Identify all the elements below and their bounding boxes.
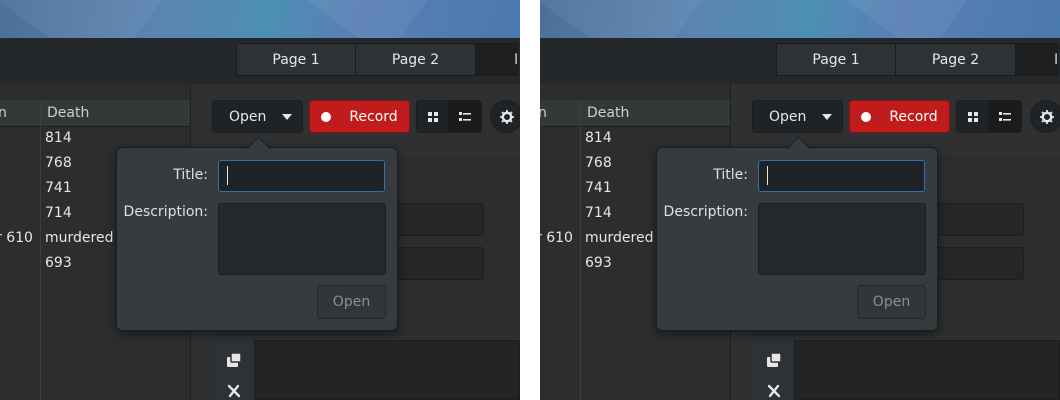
paste-icon[interactable] bbox=[766, 352, 782, 368]
side-toolbar bbox=[752, 340, 795, 400]
gear-icon bbox=[1039, 109, 1054, 124]
column-header-name[interactable]: n bbox=[0, 105, 7, 121]
grid-view-button[interactable] bbox=[416, 100, 449, 133]
wallpaper-facet bbox=[0, 0, 188, 38]
background-field[interactable] bbox=[396, 203, 484, 236]
tools-icon[interactable] bbox=[766, 384, 782, 400]
description-label: Description: bbox=[123, 204, 208, 220]
grid-icon bbox=[967, 111, 978, 122]
bottom-panel bbox=[752, 340, 1060, 400]
side-toolbar bbox=[212, 340, 255, 400]
column-header-name[interactable]: n bbox=[540, 105, 547, 121]
page-tabs: Page 1 Page 2 P bbox=[776, 43, 1058, 76]
paste-icon[interactable] bbox=[226, 352, 242, 368]
app-window-left: Page 1 Page 2 P n Death 814 768 741 714 … bbox=[0, 0, 520, 400]
background-field[interactable] bbox=[396, 247, 484, 280]
table-cell-death[interactable]: murdered I bbox=[585, 230, 662, 246]
title-label: Title: bbox=[713, 167, 748, 183]
table-cell-death[interactable]: 714 bbox=[585, 205, 612, 221]
tab-page-1[interactable]: Page 1 bbox=[236, 43, 356, 76]
open-button-label: Open bbox=[769, 108, 807, 125]
description-label: Description: bbox=[663, 204, 748, 220]
column-divider[interactable] bbox=[40, 100, 41, 400]
description-input[interactable] bbox=[218, 203, 386, 275]
tab-page-1[interactable]: Page 1 bbox=[776, 43, 896, 76]
open-button-label: Open bbox=[229, 108, 267, 125]
table-cell-death[interactable]: 714 bbox=[45, 205, 72, 221]
table-cell-death[interactable]: 814 bbox=[585, 130, 612, 146]
header-bar: Page 1 Page 2 P bbox=[0, 38, 520, 85]
chevron-down-icon bbox=[822, 113, 833, 120]
popover-open-button[interactable]: Open bbox=[857, 285, 926, 319]
view-switcher bbox=[956, 100, 1022, 133]
record-button-label: Record bbox=[889, 108, 938, 125]
record-button[interactable]: Record bbox=[849, 100, 950, 133]
grid-icon bbox=[427, 111, 438, 122]
title-input[interactable] bbox=[218, 160, 385, 192]
table-cell-death[interactable]: 768 bbox=[45, 155, 72, 171]
open-menu-button[interactable]: Open bbox=[752, 100, 843, 133]
grid-view-button[interactable] bbox=[956, 100, 989, 133]
column-header-death[interactable]: Death bbox=[47, 105, 89, 121]
list-view-button[interactable] bbox=[449, 100, 482, 133]
list-view-button[interactable] bbox=[989, 100, 1022, 133]
chevron-down-icon bbox=[282, 113, 293, 120]
text-cursor bbox=[767, 166, 768, 185]
column-divider[interactable] bbox=[580, 100, 581, 400]
tab-page-3[interactable]: P bbox=[1016, 43, 1058, 76]
list-icon bbox=[999, 111, 1011, 121]
table-cell-death[interactable]: murdered I bbox=[45, 230, 122, 246]
description-input[interactable] bbox=[758, 203, 926, 275]
tab-page-2[interactable]: Page 2 bbox=[356, 43, 476, 76]
table-cell-death[interactable]: 693 bbox=[585, 255, 612, 271]
text-cursor bbox=[227, 166, 228, 185]
table-cell-death[interactable]: 741 bbox=[585, 180, 612, 196]
background-field[interactable] bbox=[936, 247, 1024, 280]
record-dot-icon bbox=[861, 111, 872, 122]
column-header-death[interactable]: Death bbox=[587, 105, 629, 121]
settings-button[interactable] bbox=[1030, 100, 1060, 133]
gear-icon bbox=[499, 109, 514, 124]
background-field[interactable] bbox=[936, 203, 1024, 236]
record-dot-icon bbox=[321, 111, 332, 122]
page-tabs: Page 1 Page 2 P bbox=[236, 43, 518, 76]
view-switcher bbox=[416, 100, 482, 133]
table-header bbox=[540, 100, 730, 127]
title-label: Title: bbox=[173, 167, 208, 183]
desktop-wallpaper bbox=[540, 0, 1060, 38]
popover-open-button[interactable]: Open bbox=[317, 285, 386, 319]
table-cell-name[interactable]: r 610 bbox=[540, 230, 573, 246]
settings-button[interactable] bbox=[490, 100, 520, 133]
table-cell-death[interactable]: 814 bbox=[45, 130, 72, 146]
header-bar: Page 1 Page 2 P bbox=[540, 38, 1060, 85]
wallpaper-facet bbox=[272, 0, 468, 38]
desktop-wallpaper bbox=[0, 0, 520, 38]
table-header bbox=[0, 100, 190, 127]
app-window-right: Page 1 Page 2 P n Death 814 768 741 714 … bbox=[540, 0, 1060, 400]
wallpaper-facet bbox=[812, 0, 1008, 38]
table-cell-death[interactable]: 768 bbox=[585, 155, 612, 171]
list-icon bbox=[459, 111, 471, 121]
table-cell-death[interactable]: 741 bbox=[45, 180, 72, 196]
tab-page-2[interactable]: Page 2 bbox=[896, 43, 1016, 76]
table-cell-name[interactable]: r 610 bbox=[0, 230, 33, 246]
tools-icon[interactable] bbox=[226, 384, 242, 400]
bottom-panel bbox=[212, 340, 520, 400]
tab-page-3[interactable]: P bbox=[476, 43, 518, 76]
record-button[interactable]: Record bbox=[309, 100, 410, 133]
table-cell-death[interactable]: 693 bbox=[45, 255, 72, 271]
title-input[interactable] bbox=[758, 160, 925, 192]
wallpaper-facet bbox=[540, 0, 728, 38]
record-button-label: Record bbox=[349, 108, 398, 125]
open-menu-button[interactable]: Open bbox=[212, 100, 303, 133]
